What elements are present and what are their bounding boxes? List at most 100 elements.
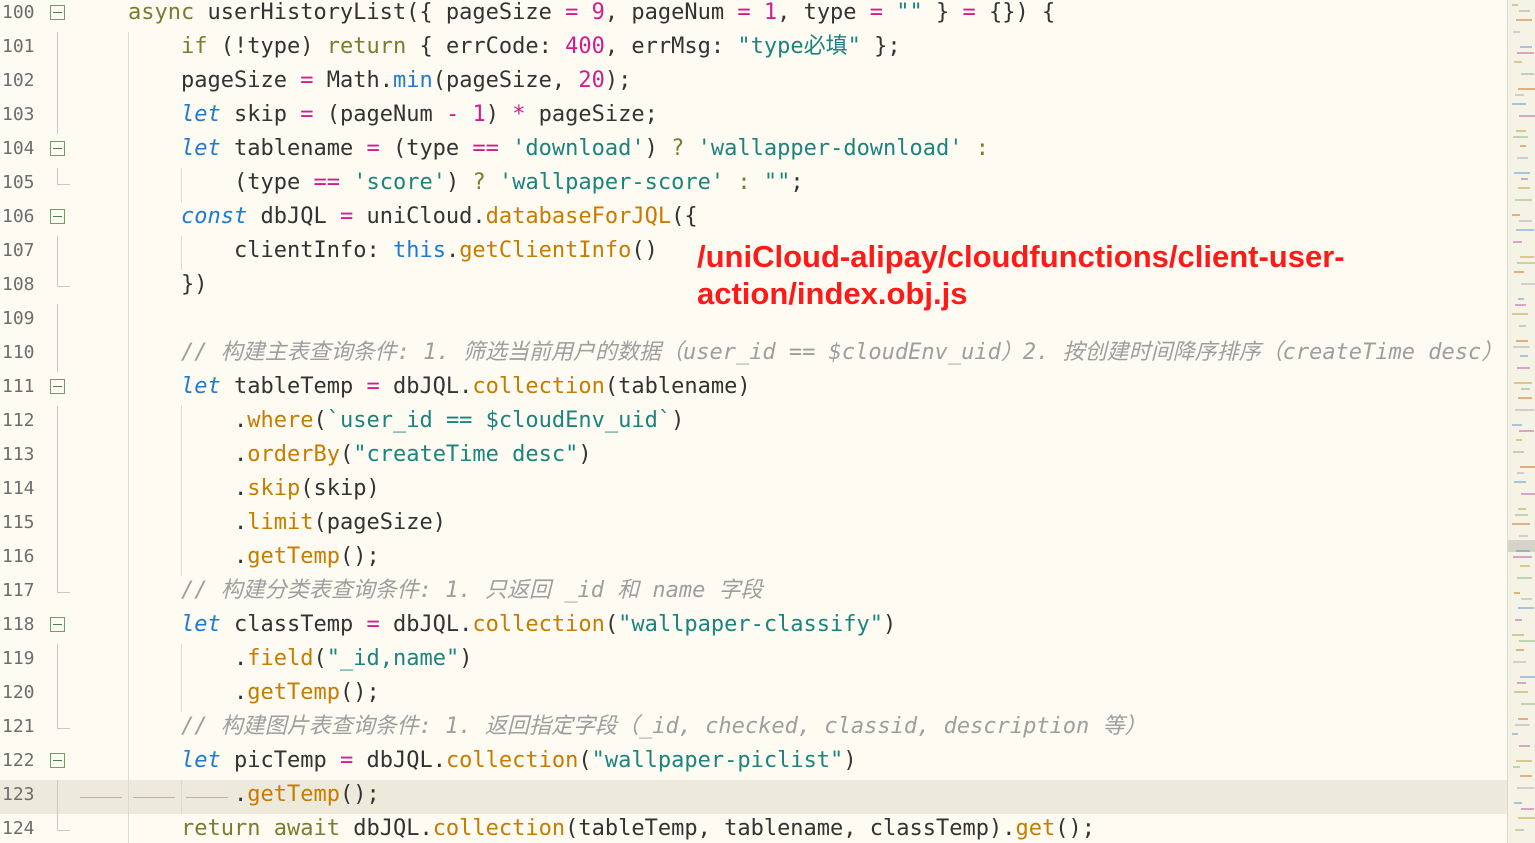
code-token: . xyxy=(234,476,248,501)
code-token: 'download' xyxy=(512,136,645,161)
code-line[interactable]: 112 .where(`user_id == $cloudEnv_uid`) xyxy=(0,406,1507,440)
fold-toggle-icon[interactable] xyxy=(50,617,65,632)
code-text[interactable]: let classTemp = dbJQL.collection("wallpa… xyxy=(181,610,896,644)
fold-end-marker xyxy=(57,728,70,729)
line-number: 100 xyxy=(2,2,35,23)
code-text[interactable]: .orderBy("createTime desc") xyxy=(234,440,592,474)
minimap-mark xyxy=(1512,103,1526,105)
fold-end-marker xyxy=(57,830,70,831)
line-number: 108 xyxy=(2,274,35,295)
minimap-mark xyxy=(1514,691,1528,693)
code-line[interactable]: 110 // 构建主表查询条件: 1. 筛选当前用户的数据（user_id == … xyxy=(0,338,1507,372)
code-line[interactable]: 103 let skip = (pageNum - 1) * pageSize; xyxy=(0,100,1507,134)
scrollbar-thumb[interactable] xyxy=(1508,540,1535,552)
code-token: . xyxy=(445,238,460,263)
code-text[interactable]: const dbJQL = uniCloud.databaseForJQL({ xyxy=(181,202,698,236)
code-text[interactable]: // 构建分类表查询条件: 1. 只返回 _id 和 name 字段 xyxy=(181,576,763,610)
code-token: picTemp xyxy=(220,748,340,773)
line-number: 120 xyxy=(2,682,35,703)
minimap-mark xyxy=(1512,313,1528,315)
fold-toggle-icon[interactable] xyxy=(50,5,65,20)
code-token: dbJQL. xyxy=(339,816,433,841)
indent-guide xyxy=(128,270,129,304)
indent-guide xyxy=(128,134,129,168)
line-number: 116 xyxy=(2,546,35,567)
fold-toggle-icon[interactable] xyxy=(50,209,65,224)
code-line[interactable]: 116 .getTemp(); xyxy=(0,542,1507,576)
code-token: 1 xyxy=(472,102,486,127)
code-token: : xyxy=(975,136,990,161)
code-text[interactable]: // 构建主表查询条件: 1. 筛选当前用户的数据（user_id == $cl… xyxy=(181,338,1503,372)
code-token: tableTemp xyxy=(220,374,367,399)
code-text[interactable]: let skip = (pageNum - 1) * pageSize; xyxy=(181,100,658,134)
code-token: ( xyxy=(313,408,327,433)
code-text[interactable]: (type == 'score') ? 'wallpaper-score' : … xyxy=(234,168,804,202)
code-line[interactable]: 100 async userHistoryList({ pageSize = 9,… xyxy=(0,0,1507,32)
code-line[interactable]: 104 let tablename = (type == 'download') … xyxy=(0,134,1507,168)
code-line[interactable]: 123 .getTemp(); xyxy=(0,780,1507,814)
code-text[interactable]: if (!type) return { errCode: 400, errMsg… xyxy=(181,32,901,66)
code-editor[interactable]: 100 async userHistoryList({ pageSize = 9,… xyxy=(0,0,1507,843)
code-text[interactable]: return await dbJQL.collection(tableTemp,… xyxy=(181,814,1095,843)
code-line[interactable]: 120 .getTemp(); xyxy=(0,678,1507,712)
code-token: pageSize xyxy=(181,68,301,93)
minimap-mark xyxy=(1520,145,1526,147)
code-token: getTemp xyxy=(247,680,340,705)
code-text[interactable]: let picTemp = dbJQL.collection("wallpape… xyxy=(181,746,857,780)
code-token: == xyxy=(472,136,499,161)
code-line[interactable]: 115 .limit(pageSize) xyxy=(0,508,1507,542)
code-text[interactable]: let tableTemp = dbJQL.collection(tablena… xyxy=(181,372,751,406)
code-token: (tableTemp, tablename, classTemp). xyxy=(565,816,1016,841)
code-text[interactable]: .getTemp(); xyxy=(234,780,380,814)
code-token: uniCloud. xyxy=(353,204,486,229)
code-line[interactable]: 119 .field("_id,name") xyxy=(0,644,1507,678)
code-text[interactable]: .getTemp(); xyxy=(234,542,380,576)
code-token: (); xyxy=(339,782,380,807)
code-line[interactable]: 113 .orderBy("createTime desc") xyxy=(0,440,1507,474)
minimap-mark xyxy=(1518,397,1532,399)
code-token: . xyxy=(234,510,248,535)
code-line[interactable]: 114 .skip(skip) xyxy=(0,474,1507,508)
code-line[interactable]: 105 (type == 'score') ? 'wallpaper-score'… xyxy=(0,168,1507,202)
minimap-mark xyxy=(1514,802,1522,804)
code-text[interactable]: }) xyxy=(181,270,208,304)
code-line[interactable]: 117 // 构建分类表查询条件: 1. 只返回 _id 和 name 字段 xyxy=(0,576,1507,610)
code-text[interactable]: async userHistoryList({ pageSize = 9, pa… xyxy=(128,0,1055,32)
code-token: ) xyxy=(459,646,473,671)
minimap-mark xyxy=(1516,19,1532,21)
code-text[interactable]: .skip(skip) xyxy=(234,474,380,508)
code-line[interactable]: 118 let classTemp = dbJQL.collection("wal… xyxy=(0,610,1507,644)
code-token: . xyxy=(234,544,248,569)
minimap-mark xyxy=(1520,466,1535,468)
code-text[interactable]: pageSize = Math.min(pageSize, 20); xyxy=(181,66,631,100)
code-text[interactable]: clientInfo: this.getClientInfo() xyxy=(234,236,658,270)
code-text[interactable]: let tablename = (type == 'download') ? '… xyxy=(181,134,989,168)
code-text[interactable]: .where(`user_id == $cloudEnv_uid`) xyxy=(234,406,684,440)
code-token: , type xyxy=(777,0,870,25)
code-token: = xyxy=(869,0,884,25)
fold-toggle-icon[interactable] xyxy=(50,141,65,156)
code-line[interactable]: 101 if (!type) return { errCode: 400, err… xyxy=(0,32,1507,66)
code-line[interactable]: 124 return await dbJQL.collection(tableTe… xyxy=(0,814,1507,843)
code-line[interactable]: 102 pageSize = Math.min(pageSize, 20); xyxy=(0,66,1507,100)
code-token: ( xyxy=(578,748,592,773)
code-text[interactable]: .field("_id,name") xyxy=(234,644,472,678)
fold-toggle-icon[interactable] xyxy=(50,753,65,768)
code-line[interactable]: 121 // 构建图片表查询条件: 1. 返回指定字段（_id, checked,… xyxy=(0,712,1507,746)
code-line[interactable]: 111 let tableTemp = dbJQL.collection(tabl… xyxy=(0,372,1507,406)
code-token: (type xyxy=(234,170,314,195)
code-text[interactable]: .getTemp(); xyxy=(234,678,380,712)
code-text[interactable]: // 构建图片表查询条件: 1. 返回指定字段（_id, checked, cl… xyxy=(181,712,1147,746)
minimap-mark xyxy=(1521,493,1535,495)
code-line[interactable]: 106 const dbJQL = uniCloud.databaseForJQL… xyxy=(0,202,1507,236)
fold-toggle-icon[interactable] xyxy=(50,379,65,394)
minimap-mark xyxy=(1514,61,1522,63)
code-token: (type xyxy=(379,136,473,161)
code-line[interactable]: 122 let picTemp = dbJQL.collection("wallp… xyxy=(0,746,1507,780)
code-token: 9 xyxy=(591,0,605,25)
vertical-scrollbar-minimap[interactable] xyxy=(1507,0,1535,843)
code-text[interactable]: .limit(pageSize) xyxy=(234,508,446,542)
